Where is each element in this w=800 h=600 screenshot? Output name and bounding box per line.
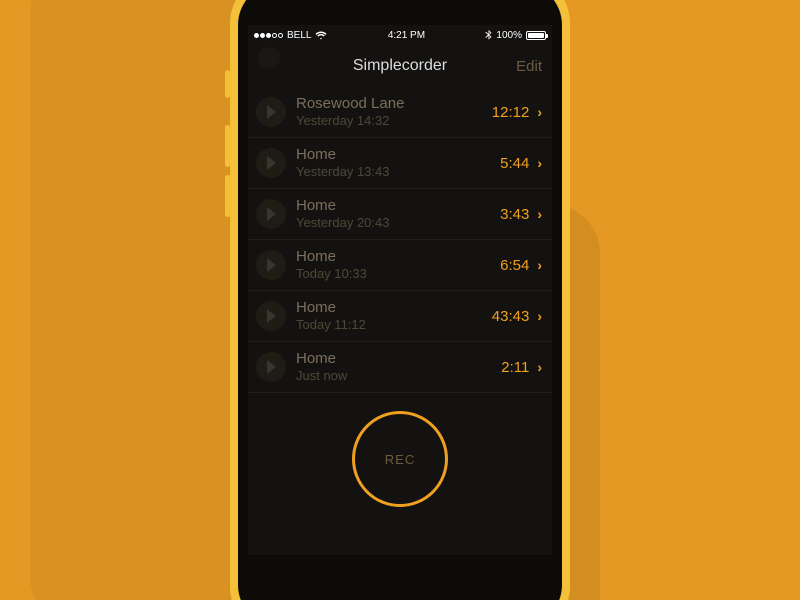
recording-title: Rosewood Lane xyxy=(296,95,492,113)
play-icon[interactable] xyxy=(256,199,286,229)
recording-timestamp: Yesterday 20:43 xyxy=(296,215,500,231)
recording-duration: 12:12 xyxy=(492,104,530,121)
recording-duration: 6:54 xyxy=(500,257,529,274)
play-icon[interactable] xyxy=(256,250,286,280)
record-button[interactable]: REC xyxy=(352,411,448,507)
status-bar: BELL 4:21 PM 100% xyxy=(248,25,552,45)
chevron-right-icon: › xyxy=(537,308,542,324)
recording-duration: 5:44 xyxy=(500,155,529,172)
recording-timestamp: Today 11:12 xyxy=(296,317,492,333)
record-label: REC xyxy=(385,452,415,467)
play-icon xyxy=(258,47,280,69)
list-item[interactable]: Home Today 11:12 43:43 › xyxy=(248,291,552,342)
nav-ghost-row xyxy=(258,47,280,69)
recording-duration: 2:11 xyxy=(501,359,529,376)
list-item[interactable]: Home Yesterday 13:43 5:44 › xyxy=(248,138,552,189)
bluetooth-icon xyxy=(485,30,492,41)
list-item[interactable]: Home Today 10:33 6:54 › xyxy=(248,240,552,291)
chevron-right-icon: › xyxy=(537,155,542,171)
volume-down-button xyxy=(225,175,230,217)
recording-title: Home xyxy=(296,299,492,317)
chevron-right-icon: › xyxy=(537,104,542,120)
clock: 4:21 PM xyxy=(388,30,425,41)
battery-icon xyxy=(526,31,546,40)
play-icon[interactable] xyxy=(256,352,286,382)
chevron-right-icon: › xyxy=(537,359,542,375)
recording-timestamp: Yesterday 13:43 xyxy=(296,164,500,180)
side-button xyxy=(225,70,230,98)
phone-frame: BELL 4:21 PM 100% Simplecorder Edit Rose… xyxy=(230,0,570,600)
page-title: Simplecorder xyxy=(353,57,447,75)
recording-timestamp: Today 10:33 xyxy=(296,266,500,282)
recording-title: Home xyxy=(296,197,500,215)
wifi-icon xyxy=(315,31,327,40)
list-item[interactable]: Home Just now 2:11 › xyxy=(248,342,552,393)
signal-icon xyxy=(254,33,283,38)
recording-title: Home xyxy=(296,248,500,266)
screen: BELL 4:21 PM 100% Simplecorder Edit Rose… xyxy=(248,25,552,555)
list-item[interactable]: Home Yesterday 20:43 3:43 › xyxy=(248,189,552,240)
recording-title: Home xyxy=(296,350,501,368)
recording-title: Home xyxy=(296,146,500,164)
volume-up-button xyxy=(225,125,230,167)
edit-button[interactable]: Edit xyxy=(516,58,542,75)
chevron-right-icon: › xyxy=(537,257,542,273)
play-icon[interactable] xyxy=(256,301,286,331)
recording-duration: 43:43 xyxy=(492,308,530,325)
chevron-right-icon: › xyxy=(537,206,542,222)
battery-percent: 100% xyxy=(496,30,522,41)
recordings-list: Rosewood Lane Yesterday 14:32 12:12 › Ho… xyxy=(248,87,552,393)
recording-duration: 3:43 xyxy=(500,206,529,223)
carrier-label: BELL xyxy=(287,30,311,41)
play-icon[interactable] xyxy=(256,97,286,127)
list-item[interactable]: Rosewood Lane Yesterday 14:32 12:12 › xyxy=(248,87,552,138)
play-icon[interactable] xyxy=(256,148,286,178)
recording-timestamp: Yesterday 14:32 xyxy=(296,113,492,129)
recording-timestamp: Just now xyxy=(296,368,501,384)
nav-bar: Simplecorder Edit xyxy=(248,45,552,87)
